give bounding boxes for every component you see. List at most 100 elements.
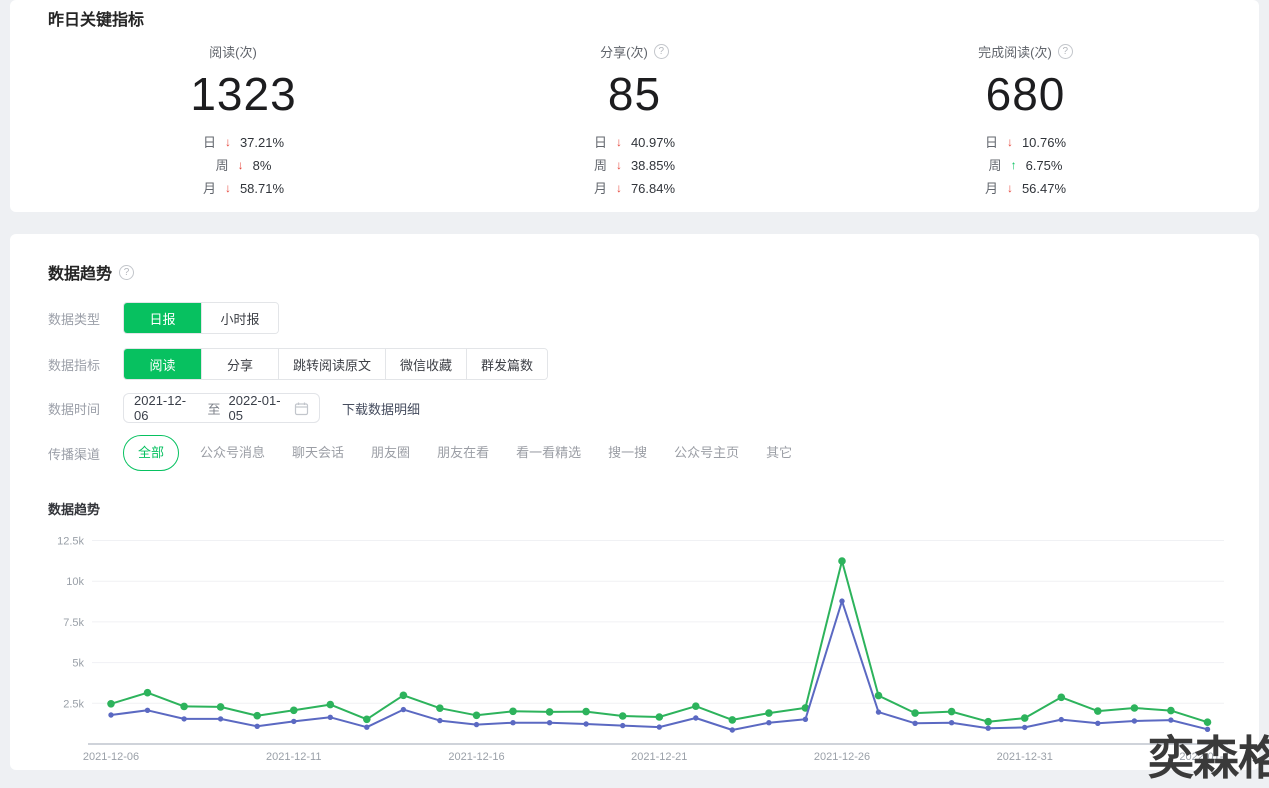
delta-period: 周 bbox=[594, 154, 607, 177]
data-point-series-green[interactable] bbox=[327, 701, 335, 709]
data-point-series-green[interactable] bbox=[1094, 707, 1102, 715]
data-point-series-blue[interactable] bbox=[1095, 721, 1100, 726]
data-point-series-blue[interactable] bbox=[291, 719, 296, 724]
channel-option-3[interactable]: 朋友圈 bbox=[371, 440, 410, 466]
data-point-series-blue[interactable] bbox=[474, 722, 479, 727]
data-point-series-green[interactable] bbox=[656, 713, 664, 721]
data-point-series-green[interactable] bbox=[1131, 704, 1139, 712]
data-point-series-blue[interactable] bbox=[583, 721, 588, 726]
data-metric-option-3[interactable]: 微信收藏 bbox=[385, 349, 466, 379]
data-metric-option-0[interactable]: 阅读 bbox=[124, 349, 201, 379]
data-metric-option-2[interactable]: 跳转阅读原文 bbox=[278, 349, 385, 379]
data-point-series-blue[interactable] bbox=[876, 709, 881, 714]
data-point-series-blue[interactable] bbox=[547, 720, 552, 725]
data-type-option-0[interactable]: 日报 bbox=[124, 303, 201, 333]
x-axis-tick-label: 2021-12-11 bbox=[266, 751, 321, 763]
metric-read-value: 1323 bbox=[48, 67, 439, 121]
data-point-series-green[interactable] bbox=[1167, 707, 1175, 715]
data-point-series-blue[interactable] bbox=[1132, 718, 1137, 723]
data-point-series-green[interactable] bbox=[1058, 694, 1066, 702]
data-point-series-green[interactable] bbox=[144, 689, 152, 697]
data-point-series-green[interactable] bbox=[107, 700, 115, 708]
delta-value: 38.85% bbox=[631, 154, 675, 177]
data-point-series-blue[interactable] bbox=[839, 598, 844, 603]
data-point-series-green[interactable] bbox=[509, 708, 517, 716]
data-type-option-1[interactable]: 小时报 bbox=[201, 303, 278, 333]
data-point-series-green[interactable] bbox=[400, 692, 408, 700]
data-point-series-blue[interactable] bbox=[730, 727, 735, 732]
help-icon[interactable]: ? bbox=[1058, 44, 1073, 59]
channel-option-0[interactable]: 全部 bbox=[123, 435, 179, 471]
data-point-series-green[interactable] bbox=[180, 703, 188, 711]
data-point-series-green[interactable] bbox=[363, 716, 371, 724]
data-point-series-green[interactable] bbox=[765, 709, 773, 717]
channel-option-7[interactable]: 公众号主页 bbox=[674, 440, 739, 466]
data-point-series-green[interactable] bbox=[729, 716, 737, 724]
data-point-series-green[interactable] bbox=[911, 709, 919, 717]
date-range-input[interactable]: 2021-12-06 至 2022-01-05 bbox=[123, 393, 320, 423]
chart-title: 数据趋势 bbox=[48, 499, 1221, 518]
delta-period: 月 bbox=[594, 177, 607, 200]
delta-value: 37.21% bbox=[240, 131, 284, 154]
data-point-series-green[interactable] bbox=[875, 692, 883, 700]
download-data-link[interactable]: 下载数据明细 bbox=[342, 399, 420, 418]
y-axis-tick-label: 2.5k bbox=[63, 698, 84, 710]
data-point-series-green[interactable] bbox=[692, 702, 700, 710]
trend-section-title: 数据趋势 ? bbox=[48, 260, 1221, 284]
delta-row: 月↓76.84% bbox=[439, 177, 830, 200]
data-point-series-blue[interactable] bbox=[218, 716, 223, 721]
data-point-series-blue[interactable] bbox=[437, 718, 442, 723]
channel-option-8[interactable]: 其它 bbox=[766, 440, 792, 466]
delta-row: 周↑6.75% bbox=[830, 154, 1221, 177]
data-point-series-blue[interactable] bbox=[255, 724, 260, 729]
delta-value: 40.97% bbox=[631, 131, 675, 154]
data-point-series-blue[interactable] bbox=[364, 725, 369, 730]
data-point-series-green[interactable] bbox=[619, 712, 627, 720]
channel-option-4[interactable]: 朋友在看 bbox=[437, 440, 489, 466]
delta-row: 日↓10.76% bbox=[830, 131, 1221, 154]
data-point-series-blue[interactable] bbox=[657, 724, 662, 729]
data-point-series-blue[interactable] bbox=[181, 716, 186, 721]
data-point-series-green[interactable] bbox=[253, 712, 261, 720]
data-point-series-blue[interactable] bbox=[401, 707, 406, 712]
data-point-series-green[interactable] bbox=[436, 704, 444, 712]
data-point-series-green[interactable] bbox=[838, 557, 846, 565]
data-point-series-blue[interactable] bbox=[1059, 717, 1064, 722]
data-point-series-green[interactable] bbox=[217, 703, 225, 711]
data-point-series-green[interactable] bbox=[473, 712, 481, 720]
delta-value: 58.71% bbox=[240, 177, 284, 200]
data-point-series-green[interactable] bbox=[546, 708, 554, 716]
data-point-series-blue[interactable] bbox=[949, 720, 954, 725]
delta-period: 月 bbox=[985, 177, 998, 200]
help-icon[interactable]: ? bbox=[119, 265, 134, 280]
data-metric-option-4[interactable]: 群发篇数 bbox=[466, 349, 547, 379]
data-point-series-green[interactable] bbox=[1021, 714, 1029, 722]
data-point-series-green[interactable] bbox=[984, 718, 992, 726]
channel-option-5[interactable]: 看一看精选 bbox=[516, 440, 581, 466]
data-point-series-blue[interactable] bbox=[620, 723, 625, 728]
data-point-series-blue[interactable] bbox=[328, 715, 333, 720]
metric-read: 阅读(次) ? 1323 日↓37.21%周↓8%月↓58.71% bbox=[48, 42, 439, 200]
data-point-series-blue[interactable] bbox=[1022, 725, 1027, 730]
trend-chart-svg: 2.5k5k7.5k10k12.5k2021-12-062021-12-1120… bbox=[48, 528, 1228, 767]
data-point-series-blue[interactable] bbox=[766, 720, 771, 725]
data-point-series-green[interactable] bbox=[582, 708, 590, 716]
data-point-series-blue[interactable] bbox=[693, 715, 698, 720]
watermark-text: 奕森格 bbox=[1148, 722, 1269, 788]
data-type-segment: 日报小时报 bbox=[123, 302, 279, 334]
data-point-series-blue[interactable] bbox=[145, 708, 150, 713]
data-metric-option-1[interactable]: 分享 bbox=[201, 349, 278, 379]
metric-complete-read-label: 完成阅读(次) bbox=[978, 42, 1052, 61]
data-point-series-blue[interactable] bbox=[912, 721, 917, 726]
data-point-series-blue[interactable] bbox=[510, 720, 515, 725]
data-point-series-green[interactable] bbox=[290, 707, 298, 715]
data-point-series-blue[interactable] bbox=[986, 726, 991, 731]
channel-option-6[interactable]: 搜一搜 bbox=[608, 440, 647, 466]
data-point-series-blue[interactable] bbox=[803, 717, 808, 722]
data-point-series-blue[interactable] bbox=[108, 712, 113, 717]
channel-option-1[interactable]: 公众号消息 bbox=[200, 440, 265, 466]
data-point-series-green[interactable] bbox=[948, 708, 956, 716]
metrics-row: 阅读(次) ? 1323 日↓37.21%周↓8%月↓58.71% 分享(次) … bbox=[48, 42, 1221, 200]
channel-option-2[interactable]: 聊天会话 bbox=[292, 440, 344, 466]
help-icon[interactable]: ? bbox=[654, 44, 669, 59]
